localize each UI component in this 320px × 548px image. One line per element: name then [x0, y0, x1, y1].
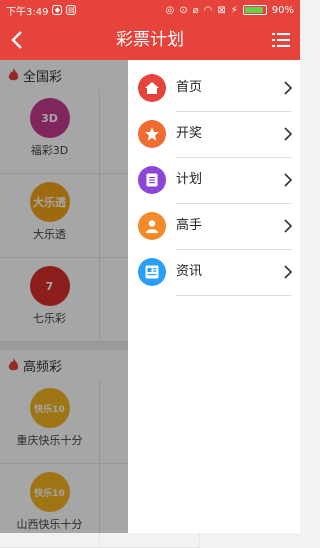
drawer-item-experts[interactable]: 高手 — [128, 204, 300, 250]
no-sim-icon: ⊠ — [217, 4, 226, 16]
battery-icon — [242, 5, 267, 15]
person-icon — [138, 212, 166, 240]
chevron-right-icon — [284, 173, 292, 187]
sync-icon: ⊙ — [179, 4, 188, 16]
battery-level: 90% — [271, 4, 294, 16]
wifi-icon: ◠ — [203, 4, 213, 16]
mute-icon: ⌀ — [192, 4, 199, 16]
chevron-right-icon — [284, 219, 292, 233]
star-icon — [138, 120, 166, 148]
status-time: 下午3:49 — [6, 6, 49, 18]
side-drawer: 首页 开奖 计划 高手 资讯 — [128, 60, 300, 533]
drawer-item-label: 计划 — [176, 172, 203, 187]
drawer-item-label: 开奖 — [176, 126, 203, 141]
alarm-icon: ◎ — [165, 4, 175, 16]
drawer-item-label: 高手 — [176, 218, 203, 233]
divider — [176, 295, 292, 296]
menu-list-icon[interactable] — [272, 32, 290, 48]
notification-icon: ◆ — [52, 5, 63, 15]
charging-icon: ⚡ — [230, 4, 238, 16]
drawer-item-home[interactable]: 首页 — [128, 66, 300, 112]
home-icon — [138, 74, 166, 102]
drawer-item-label: 资讯 — [176, 264, 203, 279]
chevron-right-icon — [284, 127, 292, 141]
app-bar: 彩票计划 — [0, 20, 300, 60]
document-icon — [138, 166, 166, 194]
drawer-item-news[interactable]: 资讯 — [128, 250, 300, 296]
page-title: 彩票计划 — [116, 30, 184, 50]
drawer-item-plan[interactable]: 计划 — [128, 158, 300, 204]
drawer-item-label: 首页 — [176, 80, 203, 95]
app-notification-icon: ▤ — [66, 5, 77, 15]
status-bar: 下午3:49 ◆ ▤ ◎ ⊙ ⌀ ◠ ⊠ ⚡ 90% — [0, 0, 300, 20]
drawer-item-draw-results[interactable]: 开奖 — [128, 112, 300, 158]
chevron-right-icon — [284, 81, 292, 95]
news-icon — [138, 258, 166, 286]
chevron-right-icon — [284, 265, 292, 279]
